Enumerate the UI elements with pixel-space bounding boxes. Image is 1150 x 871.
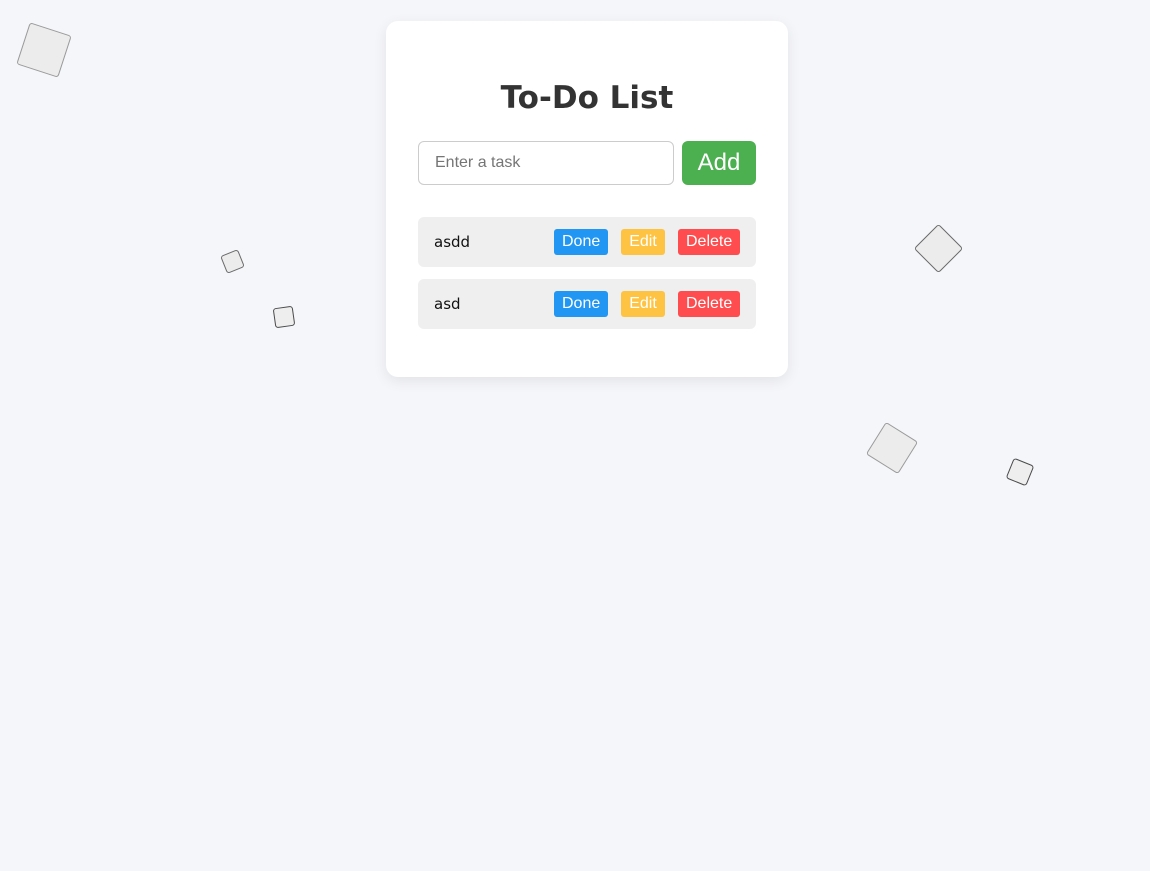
delete-button[interactable]: Delete: [678, 229, 740, 255]
delete-button[interactable]: Delete: [678, 291, 740, 317]
task-input[interactable]: [418, 141, 674, 185]
task-list: asdd Done Edit Delete asd Done Edit Dele…: [418, 217, 756, 329]
edit-button[interactable]: Edit: [621, 291, 665, 317]
edit-button[interactable]: Edit: [621, 229, 665, 255]
todo-card: To-Do List Add asdd Done Edit Delete asd…: [386, 21, 788, 377]
done-button[interactable]: Done: [554, 229, 608, 255]
task-item: asd Done Edit Delete: [418, 279, 756, 329]
decorative-square: [1005, 457, 1035, 487]
decorative-square: [16, 22, 72, 78]
decorative-square: [272, 305, 296, 329]
decorative-square: [913, 223, 964, 274]
page-title: To-Do List: [500, 80, 674, 116]
task-text: asdd: [434, 233, 471, 251]
done-button[interactable]: Done: [554, 291, 608, 317]
add-button[interactable]: Add: [682, 141, 756, 185]
task-text: asd: [434, 295, 461, 313]
task-item: asdd Done Edit Delete: [418, 217, 756, 267]
decorative-square: [865, 421, 919, 475]
decorative-square: [220, 249, 245, 274]
add-task-row: Add: [418, 141, 756, 185]
